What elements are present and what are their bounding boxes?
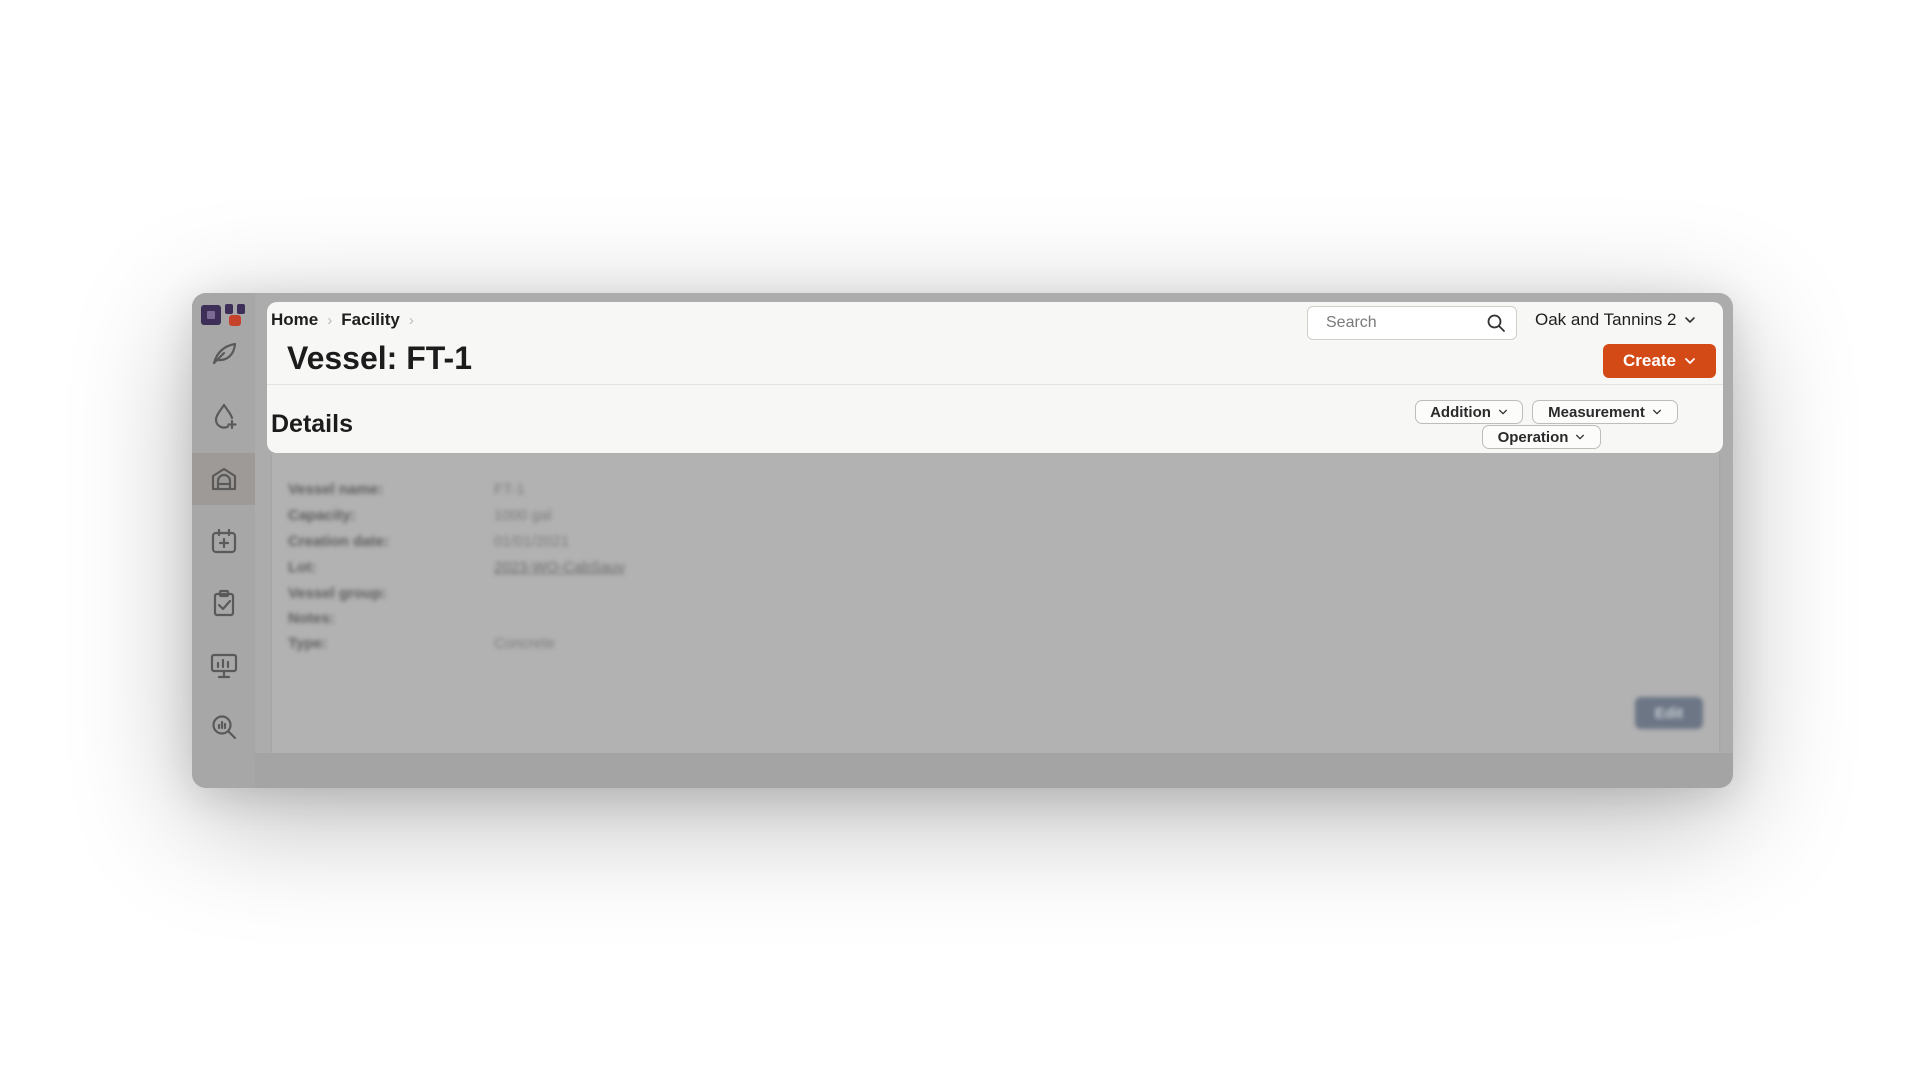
measurement-label: Measurement <box>1548 403 1645 421</box>
addition-label: Addition <box>1430 403 1491 421</box>
chevron-down-icon <box>1685 358 1695 364</box>
page-title: Vessel: FT-1 <box>287 340 472 376</box>
create-button-label: Create <box>1623 351 1676 370</box>
sidebar-item-additions[interactable] <box>192 390 255 442</box>
create-button[interactable]: Create <box>1603 344 1716 378</box>
detail-row-lot: Lot: 2023-WO-CabSauv <box>288 559 625 581</box>
sidebar-item-facility[interactable] <box>192 453 255 505</box>
screen: Vessel name: FT-1 Capacity: 1000 gal Cre… <box>0 0 1920 1080</box>
chevron-down-icon <box>1498 409 1507 415</box>
chevron-down-icon <box>1652 409 1661 415</box>
detail-row-vessel-group: Vessel group: <box>288 585 494 607</box>
calendar-icon <box>211 528 236 554</box>
detail-value: 1000 gal <box>494 507 552 524</box>
chevron-down-icon <box>1685 317 1696 323</box>
operation-dropdown[interactable]: Operation <box>1482 425 1601 449</box>
sidebar <box>192 293 255 788</box>
monitor-chart-icon <box>210 653 237 679</box>
measurement-dropdown[interactable]: Measurement <box>1532 400 1678 424</box>
detail-row-creation-date: Creation date: 01/01/2021 <box>288 533 569 555</box>
lot-link[interactable]: 2023-WO-CabSauv <box>494 559 625 581</box>
breadcrumb: Home › Facility › <box>271 310 423 330</box>
detail-value: 01/01/2021 <box>494 533 570 550</box>
detail-label: Vessel name: <box>288 481 384 498</box>
sidebar-item-reports[interactable] <box>192 639 255 691</box>
divider <box>267 384 1723 385</box>
sidebar-item-tasks[interactable] <box>192 577 255 629</box>
clipboard-check-icon <box>213 589 234 617</box>
detail-row-notes: Notes: <box>288 610 494 632</box>
org-selector[interactable]: Oak and Tannins 2 <box>1535 310 1696 330</box>
chevron-right-icon: › <box>408 311 414 329</box>
header-panel: Home › Facility › Vessel: FT-1 Oak and T… <box>267 302 1723 453</box>
breadcrumb-facility[interactable]: Facility <box>341 310 400 330</box>
detail-label: Capacity: <box>288 507 356 524</box>
detail-label: Creation date: <box>288 533 389 550</box>
app-window: Vessel name: FT-1 Capacity: 1000 gal Cre… <box>192 293 1733 788</box>
search-report-icon <box>211 715 236 740</box>
detail-value: FT-1 <box>494 481 525 498</box>
search-field[interactable] <box>1307 306 1517 340</box>
chevron-down-icon <box>1576 434 1585 440</box>
detail-label: Vessel group: <box>288 585 387 602</box>
detail-row-type: Type: Concrete <box>288 635 555 657</box>
search-icon[interactable] <box>1486 313 1506 333</box>
detail-label: Notes: <box>288 610 335 627</box>
chevron-right-icon: › <box>327 311 333 329</box>
details-heading: Details <box>271 410 353 438</box>
detail-row-vessel-name: Vessel name: FT-1 <box>288 481 525 503</box>
drop-add-icon <box>214 403 237 430</box>
footer-strip <box>255 753 1733 788</box>
detail-label: Type: <box>288 635 327 652</box>
detail-value: Concrete <box>494 635 555 652</box>
detail-label: Lot: <box>288 559 317 576</box>
sidebar-item-search-reports[interactable] <box>192 701 255 753</box>
breadcrumb-home[interactable]: Home <box>271 310 318 330</box>
detail-row-capacity: Capacity: 1000 gal <box>288 507 552 529</box>
search-input[interactable] <box>1308 307 1496 339</box>
addition-dropdown[interactable]: Addition <box>1415 400 1523 424</box>
operation-label: Operation <box>1497 428 1569 446</box>
app-logo <box>201 304 245 326</box>
org-name: Oak and Tannins 2 <box>1535 310 1677 329</box>
sidebar-item-calendar[interactable] <box>192 515 255 567</box>
sidebar-item-vineyard[interactable] <box>192 327 255 379</box>
facility-icon <box>211 467 236 491</box>
leaf-icon <box>212 342 236 365</box>
edit-button[interactable]: Edit <box>1635 697 1703 729</box>
